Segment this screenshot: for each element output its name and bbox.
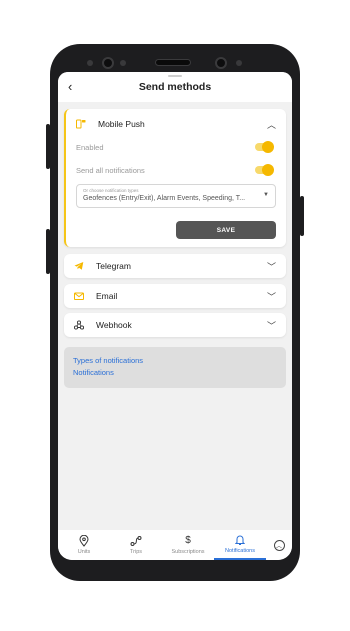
tab-trips[interactable]: Trips <box>110 530 162 560</box>
telegram-icon <box>74 262 84 270</box>
sensor-dot <box>120 60 126 66</box>
telegram-label: Telegram <box>96 261 131 271</box>
page-title: Send methods <box>138 81 212 93</box>
sensor-dot <box>87 60 93 66</box>
mobile-push-icon <box>76 119 86 129</box>
chevron-down-icon[interactable]: ﹀ <box>267 319 276 332</box>
mobile-push-card: Mobile Push ︿ Enabled Send all notificat… <box>64 109 286 247</box>
chevron-down-icon[interactable]: ﹀ <box>267 290 276 303</box>
email-icon <box>74 292 84 300</box>
info-links-box: Types of notifications Notifications <box>64 347 286 388</box>
power-button <box>300 196 304 236</box>
types-of-notifications-link[interactable]: Types of notifications <box>73 355 277 367</box>
tab-notifications-label: Notifications <box>225 548 255 554</box>
save-button[interactable]: SAVE <box>176 221 276 239</box>
tab-units-label: Units <box>77 549 91 555</box>
volume-up-button <box>46 124 50 169</box>
sheet-grabber[interactable] <box>168 75 182 77</box>
scroll-up-button[interactable]: ︿ <box>266 530 292 560</box>
volume-down-button <box>46 229 50 274</box>
chevron-down-icon[interactable]: ﹀ <box>267 260 276 273</box>
toggle-knob <box>262 141 274 153</box>
enabled-label: Enabled <box>76 142 104 152</box>
front-camera-icon <box>102 57 114 69</box>
app-screen: ‹ Send methods Mobile Push ︿ Enabled Sen… <box>58 72 292 560</box>
enabled-setting: Enabled <box>76 140 276 154</box>
phone-frame: ‹ Send methods Mobile Push ︿ Enabled Sen… <box>46 44 304 581</box>
bottom-tab-bar: Units Trips $ Subscriptions Notification… <box>58 530 292 560</box>
dropdown-caret-icon: ▼ <box>263 192 269 198</box>
telegram-header[interactable]: Telegram ﹀ <box>74 255 276 277</box>
toggle-knob <box>262 164 274 176</box>
app-header: ‹ Send methods <box>58 72 292 102</box>
mobile-push-label: Mobile Push <box>98 119 145 129</box>
camera-bar <box>50 54 300 72</box>
tab-subscriptions[interactable]: $ Subscriptions <box>162 530 214 560</box>
webhook-label: Webhook <box>96 320 132 330</box>
webhook-icon <box>74 320 84 330</box>
dollar-icon: $ <box>185 535 191 546</box>
route-icon <box>130 536 142 546</box>
sensor-dot <box>236 60 242 66</box>
send-all-setting: Send all notifications <box>76 163 276 177</box>
telegram-card[interactable]: Telegram ﹀ <box>64 254 286 278</box>
tab-subscriptions-label: Subscriptions <box>171 549 205 555</box>
location-pin-icon <box>79 535 89 547</box>
webhook-card[interactable]: Webhook ﹀ <box>64 313 286 337</box>
enabled-toggle[interactable] <box>255 141 274 153</box>
chevron-up-icon[interactable]: ︿ <box>267 118 276 131</box>
tab-trips-label: Trips <box>129 549 143 555</box>
tab-units[interactable]: Units <box>58 530 110 560</box>
email-label: Email <box>96 291 118 301</box>
bell-icon <box>235 535 245 545</box>
tab-notifications[interactable]: Notifications <box>214 530 266 560</box>
notification-types-select[interactable]: Or choose notification types Geofences (… <box>76 184 276 208</box>
notifications-link[interactable]: Notifications <box>73 367 277 379</box>
chevron-up-circle-icon: ︿ <box>273 539 285 551</box>
earpiece-speaker <box>155 59 191 66</box>
send-all-toggle[interactable] <box>255 164 274 176</box>
email-header[interactable]: Email ﹀ <box>74 285 276 307</box>
mobile-push-header[interactable]: Mobile Push ︿ <box>76 113 276 135</box>
send-all-label: Send all notifications <box>76 165 145 175</box>
front-camera-icon <box>215 57 227 69</box>
select-value: Geofences (Entry/Exit), Alarm Events, Sp… <box>83 195 246 202</box>
back-icon[interactable]: ‹ <box>68 79 72 94</box>
email-card[interactable]: Email ﹀ <box>64 284 286 308</box>
webhook-header[interactable]: Webhook ﹀ <box>74 314 276 336</box>
